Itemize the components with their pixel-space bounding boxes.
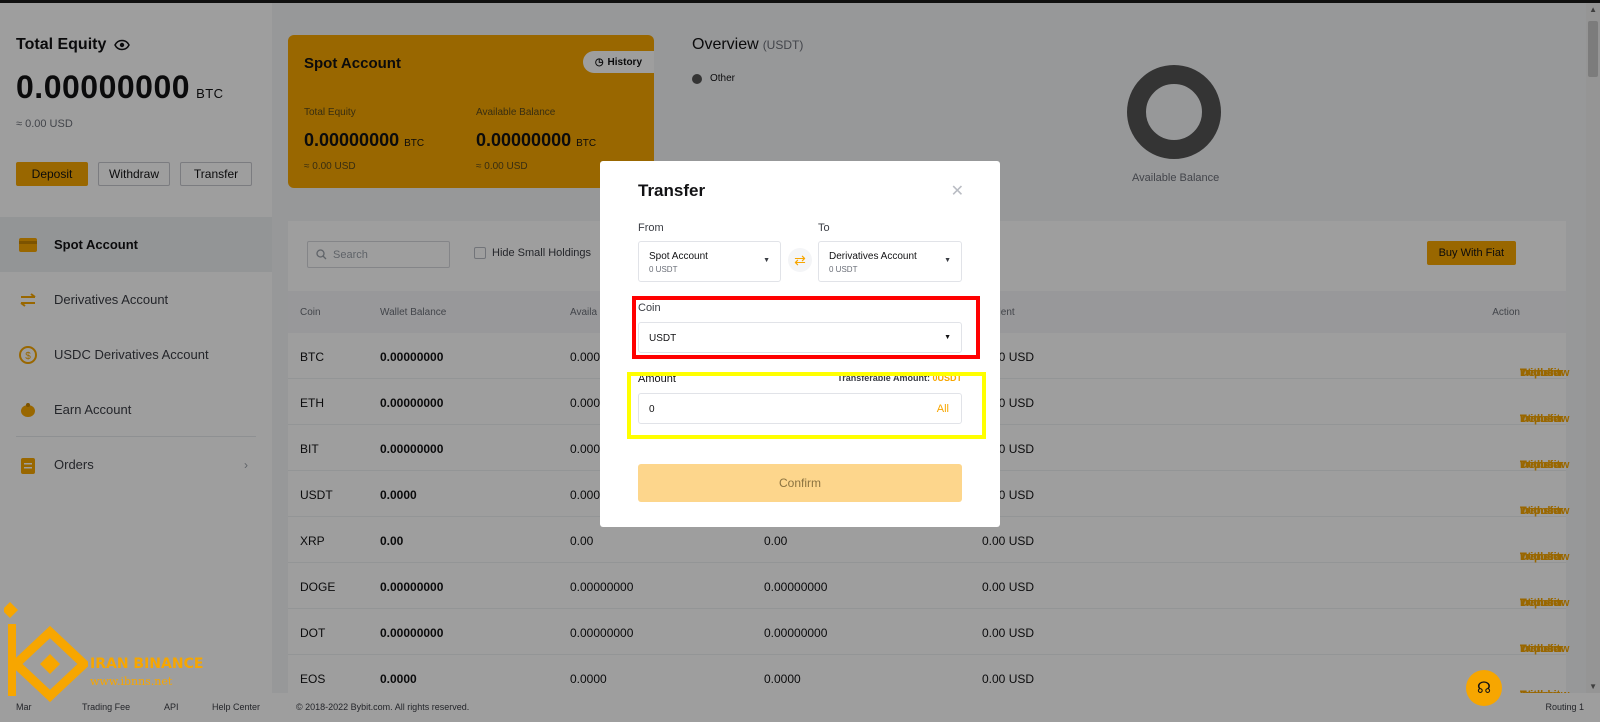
support-chat-button[interactable]: ☊ [1466, 670, 1502, 706]
watermark-name: IRAN BINANCE [90, 656, 204, 672]
from-account-balance: 0 USDT [649, 265, 678, 274]
swap-arrows-icon: ⇄ [794, 251, 806, 268]
modal-title: Transfer [638, 181, 706, 200]
to-label: To [818, 222, 830, 234]
from-label: From [638, 222, 664, 234]
caret-down-icon: ▼ [944, 257, 951, 264]
to-account-name: Derivatives Account [829, 251, 917, 262]
from-account-select[interactable]: Spot Account 0 USDT ▼ [638, 241, 781, 282]
to-account-select[interactable]: Derivatives Account 0 USDT ▼ [818, 241, 962, 282]
watermark-logo: IRAN BINANCE www.ibnns.net [2, 602, 214, 718]
amount-highlight-box [627, 372, 986, 439]
caret-down-icon: ▼ [763, 257, 770, 264]
from-account-name: Spot Account [649, 251, 708, 262]
watermark-url: www.ibnns.net [90, 675, 173, 688]
confirm-button[interactable]: Confirm [638, 464, 962, 502]
to-account-balance: 0 USDT [829, 265, 858, 274]
coin-highlight-box [632, 296, 980, 359]
binance-logo-icon [2, 602, 91, 703]
close-icon[interactable]: ✕ [951, 181, 964, 201]
headset-icon: ☊ [1476, 680, 1492, 697]
swap-direction-button[interactable]: ⇄ [788, 248, 812, 272]
